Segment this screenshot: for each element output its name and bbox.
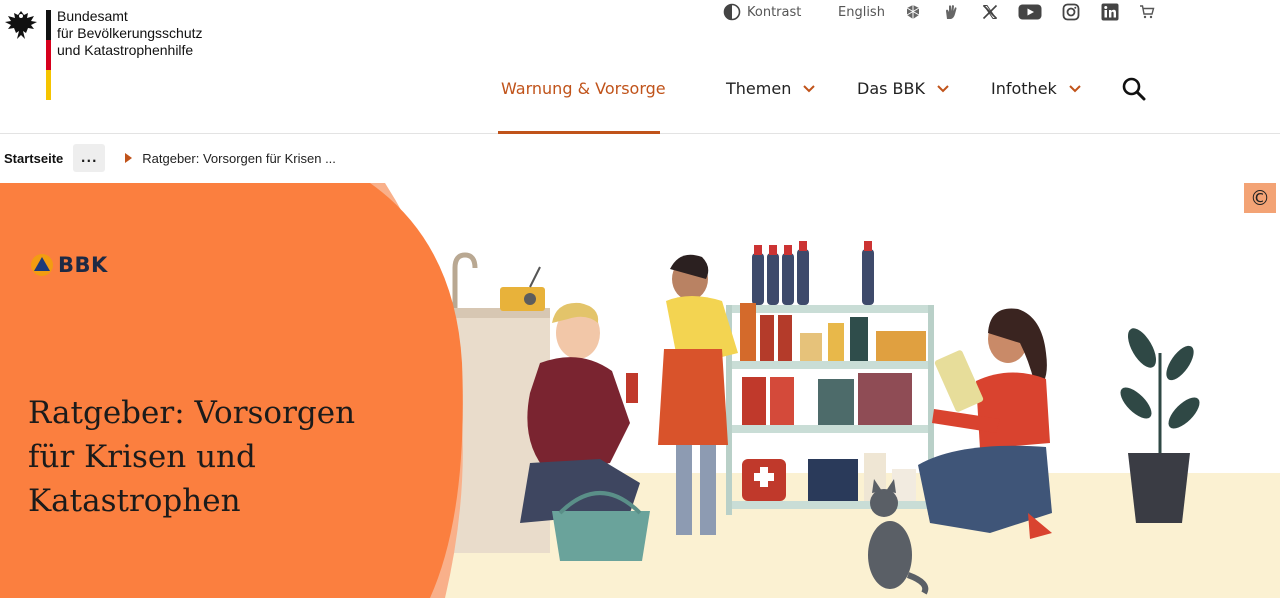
breadcrumb-current: Ratgeber: Vorsorgen für Krisen ...	[142, 150, 336, 166]
nav-label: Warnung & Vorsorge	[501, 79, 666, 98]
instagram-icon	[1062, 3, 1080, 21]
hero-banner: © BBK Ratgeber: Vorsorgen für Krisen und…	[0, 183, 1280, 598]
x-link[interactable]	[982, 2, 998, 22]
nav-themen[interactable]: Themen	[726, 70, 816, 134]
cart-link[interactable]	[1139, 2, 1155, 22]
agency-name-line-2: für Bevölkerungsschutz	[57, 25, 203, 41]
hand-icon	[946, 5, 957, 19]
nav-label: Das BBK	[857, 79, 925, 98]
search-button[interactable]	[1121, 76, 1149, 104]
youtube-link[interactable]	[1018, 2, 1042, 22]
bbk-logo: BBK	[30, 253, 108, 277]
breadcrumb-arrow-icon	[125, 153, 133, 163]
bbk-site-logo[interactable]: Bundesamt für Bevölkerungsschutz und Kat…	[4, 8, 204, 100]
flag-bar	[46, 10, 51, 100]
sign-language-link[interactable]	[904, 2, 922, 22]
agency-name: Bundesamt für Bevölkerungsschutz und Kat…	[57, 8, 203, 59]
linkedin-icon	[1101, 3, 1119, 21]
cart-icon	[1140, 5, 1155, 19]
linkedin-link[interactable]	[1101, 2, 1119, 22]
nav-das-bbk[interactable]: Das BBK	[857, 70, 949, 134]
sign-language-icon	[906, 5, 920, 19]
title-line-3: Katastrophen	[28, 483, 241, 519]
title-line-2: für Krisen und	[28, 439, 256, 475]
federal-eagle-icon	[5, 11, 37, 39]
title-line-1: Ratgeber: Vorsorgen	[28, 395, 356, 431]
language-label: English	[838, 4, 885, 20]
shelf-illustration	[726, 241, 934, 515]
agency-name-line-1: Bundesamt	[57, 8, 128, 24]
page-title: Ratgeber: Vorsorgen für Krisen und Katas…	[28, 391, 388, 523]
x-icon	[982, 4, 998, 20]
agency-name-line-3: und Katastrophenhilfe	[57, 42, 194, 58]
contrast-icon	[723, 3, 741, 21]
copyright-button[interactable]: ©	[1244, 183, 1276, 213]
chevron-down-icon	[803, 85, 816, 93]
search-icon	[1122, 77, 1146, 101]
language-switch[interactable]: English	[838, 2, 885, 22]
nav-label: Infothek	[991, 79, 1057, 98]
instagram-link[interactable]	[1062, 2, 1080, 22]
nav-warnung-vorsorge[interactable]: Warnung & Vorsorge	[498, 70, 666, 134]
nav-label: Themen	[726, 79, 792, 98]
breadcrumb-home-link[interactable]: Startseite	[4, 151, 63, 166]
site-header: Bundesamt für Bevölkerungsschutz und Kat…	[0, 0, 1280, 134]
nav-infothek[interactable]: Infothek	[991, 70, 1081, 134]
chevron-down-icon	[937, 85, 949, 93]
bbk-logo-text: BBK	[58, 253, 108, 277]
easy-language-link[interactable]	[942, 2, 960, 22]
woman-illustration	[918, 308, 1052, 539]
chevron-down-icon	[1069, 85, 1081, 93]
bbk-triangle-icon	[31, 254, 53, 276]
breadcrumb-more-button[interactable]: ...	[73, 144, 106, 172]
breadcrumb: Startseite ... Ratgeber: Vorsorgen für K…	[0, 144, 1280, 172]
youtube-icon	[1018, 4, 1042, 20]
contrast-label: Kontrast	[747, 4, 802, 20]
contrast-toggle[interactable]: Kontrast	[723, 2, 801, 22]
